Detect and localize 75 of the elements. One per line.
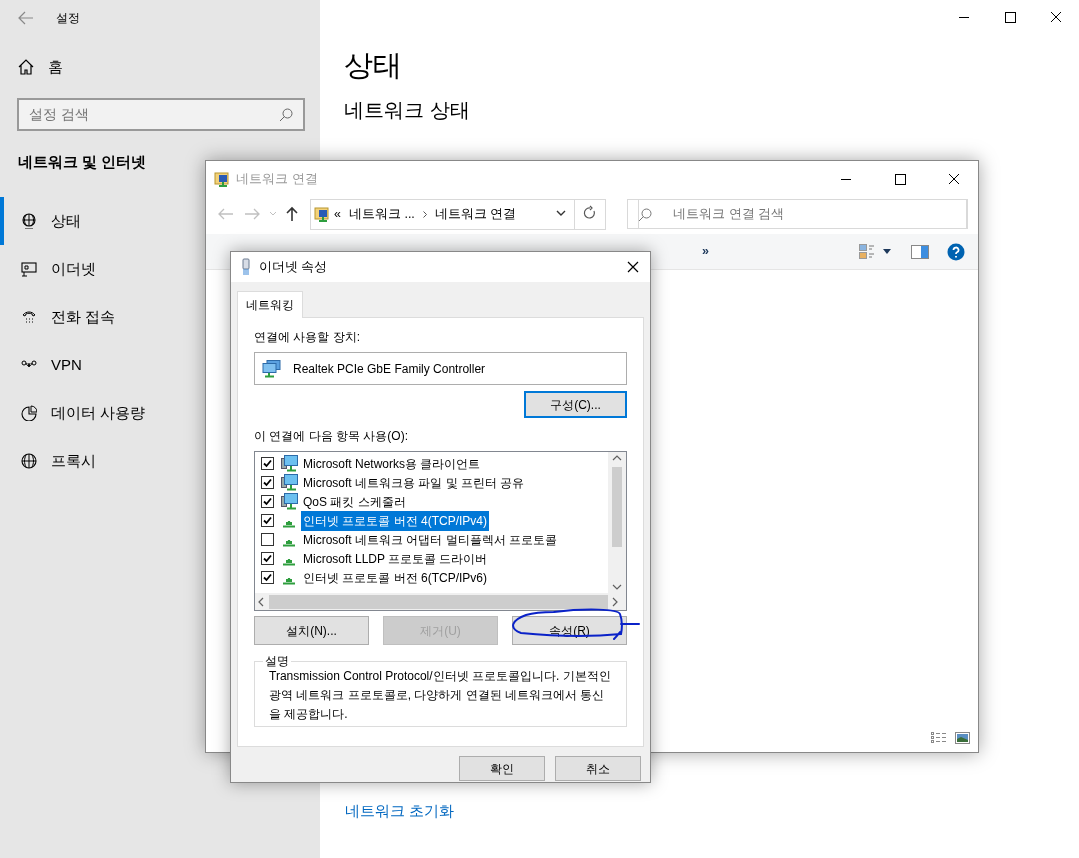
section-title: 네트워크 상태	[343, 97, 471, 123]
network-protocol-icon	[283, 521, 295, 528]
more-button[interactable]: »	[694, 242, 717, 261]
device-name: Realtek PCIe GbE Family Controller	[293, 360, 486, 378]
preview-pane-icon[interactable]	[911, 244, 929, 259]
checkbox[interactable]	[261, 533, 274, 546]
network-protocol-icon	[283, 540, 295, 547]
address-bar[interactable]: « 네트워크 ... 네트워크 연결	[310, 198, 607, 230]
list-item[interactable]: Microsoft LLDP 프로토콜 드라이버	[301, 548, 490, 569]
details-view-icon[interactable]	[931, 732, 947, 744]
window-title: 네트워크 연결	[236, 169, 318, 188]
help-icon[interactable]	[947, 242, 965, 261]
network-adapter-icon	[262, 359, 281, 378]
description-text: Transmission Control Protocol/인터넷 프로토콜입니다. 기본적인 광역 네트워크 프로토콜로, 다양하게 연결된 네트워크에서 통신을 제공합니다.	[269, 668, 612, 723]
network-folder-icon	[214, 170, 230, 187]
configure-button[interactable]: 구성(C)...	[524, 391, 627, 418]
nav-item[interactable]: 상태	[0, 197, 87, 245]
list-item[interactable]: Microsoft 네트워크 어댑터 멀티플렉서 프로토콜	[301, 529, 559, 550]
search-icon	[638, 208, 653, 222]
globe-icon	[21, 213, 37, 229]
list-item[interactable]: Microsoft Networks용 클라이언트	[301, 453, 483, 474]
network-client-icon	[281, 455, 298, 472]
dialog-button[interactable]: 확인	[459, 756, 545, 781]
action-button[interactable]: 속성(R)	[512, 616, 627, 645]
home-icon	[18, 59, 34, 76]
up-arrow-icon[interactable]	[284, 206, 300, 222]
nav-item[interactable]: 데이터 사용량	[0, 389, 152, 437]
scrollbar-thumb[interactable]	[612, 467, 622, 547]
network-client-icon	[281, 474, 298, 491]
search-field[interactable]: 설정 검색	[17, 97, 305, 131]
network-protocol-icon	[283, 559, 295, 566]
plug-icon	[241, 258, 251, 276]
nav-item[interactable]: 이더넷	[0, 245, 102, 293]
breadcrumb-item[interactable]: 네트워크 ...	[348, 204, 415, 224]
action-button[interactable]: 설치(N)...	[254, 616, 369, 645]
list-item[interactable]: 인터넷 프로토콜 버전 4(TCP/IPv4)	[301, 510, 489, 531]
page-title: 상태	[343, 48, 403, 83]
field-label: 이 연결에 다음 항목 사용(O):	[254, 428, 409, 445]
nav-item[interactable]: 프록시	[0, 437, 102, 485]
network-protocol-icon	[283, 578, 295, 585]
checkbox[interactable]	[261, 495, 274, 508]
globe-icon	[21, 453, 37, 469]
large-icons-view-icon[interactable]	[955, 732, 970, 744]
horizontal-scrollbar[interactable]	[255, 593, 626, 610]
field-label: 연결에 사용할 장치:	[254, 329, 361, 346]
checkbox[interactable]	[261, 514, 274, 527]
pie-chart-icon	[21, 405, 37, 421]
checkbox[interactable]	[261, 457, 274, 470]
network-client-icon	[281, 493, 298, 510]
group-label: 설명	[264, 655, 290, 667]
chevron-icon	[422, 210, 427, 218]
vertical-scrollbar[interactable]	[608, 452, 626, 593]
breadcrumb-overflow[interactable]: «	[334, 204, 341, 224]
window-title: 설정	[56, 10, 80, 27]
dialog-title: 이더넷 속성	[259, 258, 328, 276]
home-link[interactable]: 홈	[0, 36, 320, 79]
scrollbar-thumb[interactable]	[269, 594, 608, 609]
network-folder-icon	[314, 206, 330, 222]
checkbox[interactable]	[261, 476, 274, 489]
monitor-icon	[21, 261, 37, 277]
tab[interactable]: 네트워킹	[237, 291, 303, 318]
dialog-button[interactable]: 취소	[555, 756, 641, 781]
back-arrow-icon[interactable]	[18, 11, 34, 25]
checkbox[interactable]	[261, 552, 274, 565]
nav-item[interactable]: VPN	[0, 341, 88, 389]
section-heading: 네트워크 및 인터넷	[17, 151, 148, 172]
breadcrumb-item[interactable]: 네트워크 연결	[434, 204, 517, 224]
phone-icon	[21, 309, 37, 325]
list-item[interactable]: 인터넷 프로토콜 버전 6(TCP/IPv6)	[301, 567, 489, 588]
list-item[interactable]: Microsoft 네트워크용 파일 및 프린터 공유	[301, 472, 527, 493]
search-icon	[279, 107, 293, 122]
nav-item[interactable]: 전화 접속	[0, 293, 122, 341]
list-item[interactable]: QoS 패킷 스케줄러	[301, 491, 408, 512]
checkbox[interactable]	[261, 571, 274, 584]
reset-link[interactable]: 네트워크 초기화	[345, 800, 455, 823]
